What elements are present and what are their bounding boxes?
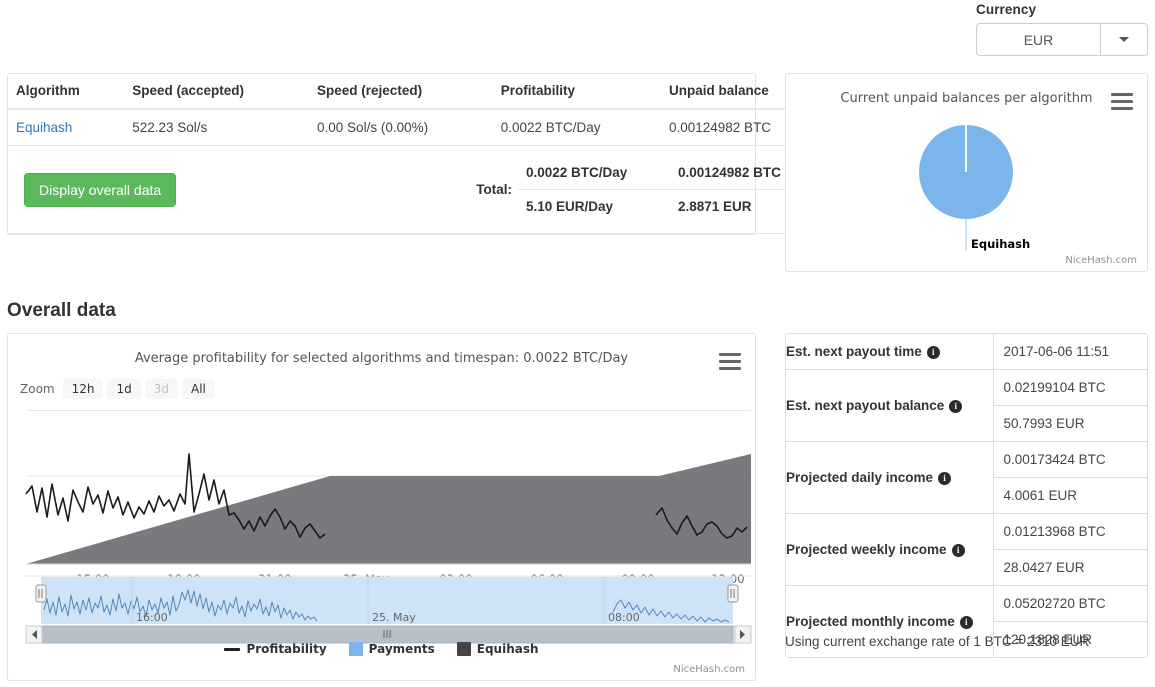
payout-value: 50.7993 EUR <box>993 405 1147 441</box>
payout-label-text: Est. next payout balance <box>786 398 945 413</box>
zoom-button-12h[interactable]: 12h <box>62 379 104 399</box>
currency-selected-value[interactable]: EUR <box>977 24 1101 55</box>
info-icon[interactable]: i <box>926 346 940 359</box>
page-title: Overall data <box>7 300 116 321</box>
payout-row-values: 0.02199104 BTC 50.7993 EUR <box>993 369 1147 442</box>
legend-label: Payments <box>368 642 435 656</box>
zoom-button-all[interactable]: All <box>182 379 215 399</box>
totals-row: Display overall data Total: 0.0022 BTC/D… <box>8 145 837 234</box>
column-header-speed-rejected: Speed (rejected) <box>309 74 493 110</box>
legend-swatch-icon <box>456 642 471 656</box>
navigator-handle-right[interactable] <box>727 584 739 603</box>
legend-line-icon <box>224 647 241 651</box>
series-area-equihash <box>26 454 751 564</box>
payout-label-text: Projected weekly income <box>786 542 947 557</box>
payout-value: 4.0061 EUR <box>993 477 1147 513</box>
legend-item-payments[interactable]: Payments <box>348 642 435 656</box>
info-icon[interactable]: i <box>951 544 965 557</box>
chart-scrollbar[interactable] <box>25 625 752 644</box>
navigator-tick-label: 08:00 <box>608 611 640 624</box>
payout-row-label: Projected daily income i <box>786 441 994 514</box>
payout-row-values: 2017-06-06 11:51 <box>993 334 1147 370</box>
currency-dropdown[interactable]: EUR <box>976 23 1148 56</box>
navigator-handle-left[interactable] <box>35 584 47 603</box>
algorithms-table-panel: Algorithm Speed (accepted) Speed (reject… <box>7 73 837 235</box>
total-line-btc: 0.0022 BTC/Day 0.00124982 BTC <box>518 156 829 189</box>
zoom-range-selector: Zoom 12h 1d 3d All <box>20 379 215 399</box>
payout-row-values: 0.00173424 BTC 4.0061 EUR <box>993 441 1147 514</box>
payout-info-panel: Est. next payout time i 2017-06-06 11:51 … <box>785 333 1148 658</box>
chart-divider <box>26 410 751 411</box>
table-row: Est. next payout time i 2017-06-06 11:51 <box>786 334 1147 370</box>
table-row: Projected daily income i 0.00173424 BTC 4… <box>786 441 1147 514</box>
payout-row-label: Projected weekly income i <box>786 513 994 586</box>
zoom-button-1d[interactable]: 1d <box>107 379 141 399</box>
payout-value: 0.05202720 BTC <box>1003 596 1106 611</box>
dashboard-page: Currency EUR Algorithm Speed (accepted) … <box>0 0 1155 687</box>
table-row: Equihash 522.23 Sol/s 0.00 Sol/s (0.00%)… <box>8 109 837 146</box>
zoom-label: Zoom <box>20 382 55 396</box>
chart-title: Average profitability for selected algor… <box>134 351 629 366</box>
currency-dropdown-toggle[interactable] <box>1101 24 1147 55</box>
payout-label-text: Projected daily income <box>786 470 934 485</box>
pie-chart <box>919 125 1013 250</box>
legend-item-profitability[interactable]: Profitability <box>224 642 327 656</box>
cell-speed-accepted: 522.23 Sol/s <box>124 109 310 146</box>
display-overall-data-button[interactable]: Display overall data <box>24 172 177 207</box>
column-header-algorithm: Algorithm <box>8 74 125 110</box>
exchange-rate-note: Using current exchange rate of 1 BTC = 2… <box>785 634 1090 649</box>
chart-legend: Profitability Payments Equihash <box>8 642 755 656</box>
pie-label-equihash: Equihash <box>971 237 1031 251</box>
info-icon[interactable]: i <box>938 472 952 485</box>
payout-value: 0.00173424 BTC <box>1003 452 1106 467</box>
payout-row-label: Est. next payout time i <box>786 334 994 370</box>
cell-algorithm: Equihash <box>8 109 125 146</box>
unpaid-balances-pie-panel: Current unpaid balances per algorithm Eq… <box>785 73 1148 272</box>
total-profitability-fiat: 5.10 EUR/Day <box>526 199 614 214</box>
payout-value: 0.01213968 BTC <box>1003 524 1106 539</box>
cell-profitability: 0.0022 BTC/Day <box>492 109 661 146</box>
payout-info-table: Est. next payout time i 2017-06-06 11:51 … <box>786 334 1147 657</box>
payout-value: 2017-06-06 11:51 <box>1003 344 1110 359</box>
legend-label: Profitability <box>246 642 327 656</box>
payout-row-values: 0.01213968 BTC 28.0427 EUR <box>993 513 1147 586</box>
legend-label: Equihash <box>476 642 539 656</box>
cell-speed-rejected: 0.00 Sol/s (0.00%) <box>309 109 493 146</box>
algorithms-table: Algorithm Speed (accepted) Speed (reject… <box>8 74 837 234</box>
algorithm-link-equihash[interactable]: Equihash <box>16 120 72 135</box>
legend-item-equihash[interactable]: Equihash <box>456 642 539 656</box>
pie-chart-credit: NiceHash.com <box>1065 255 1137 266</box>
chart-navigator[interactable]: 16:00 25. May 08:00 <box>8 572 757 644</box>
arrow-left-icon[interactable] <box>25 625 43 644</box>
table-header-row: Algorithm Speed (accepted) Speed (reject… <box>8 74 837 110</box>
currency-selector: Currency EUR <box>976 0 1148 56</box>
currency-label: Currency <box>976 2 1037 17</box>
column-header-speed-accepted: Speed (accepted) <box>124 74 310 110</box>
total-profitability-btc: 0.0022 BTC/Day <box>526 165 628 180</box>
zoom-button-3d[interactable]: 3d <box>144 379 178 399</box>
payout-row-label: Est. next payout balance i <box>786 369 994 442</box>
arrow-right-icon[interactable] <box>734 625 752 644</box>
legend-swatch-icon <box>348 642 363 656</box>
totals-cell: Display overall data Total: 0.0022 BTC/D… <box>8 145 837 234</box>
total-values: 0.0022 BTC/Day 0.00124982 BTC 5.10 EUR/D… <box>518 156 829 223</box>
navigator-tick-label: 16:00 <box>136 611 168 624</box>
overall-button-cell: Display overall data <box>16 156 446 223</box>
hamburger-menu-icon[interactable] <box>719 353 741 370</box>
table-row: Est. next payout balance i 0.02199104 BTC… <box>786 369 1147 442</box>
table-row: Projected weekly income i 0.01213968 BTC … <box>786 513 1147 586</box>
column-header-profitability: Profitability <box>492 74 661 110</box>
payout-label-text: Projected monthly income <box>786 614 955 629</box>
info-icon[interactable]: i <box>949 400 963 413</box>
payout-label-text: Est. next payout time <box>786 344 922 359</box>
overall-chart-panel: Average profitability for selected algor… <box>7 333 756 681</box>
total-line-fiat: 5.10 EUR/Day 2.8871 EUR <box>518 189 829 223</box>
navigator-tick-label: 25. May <box>372 611 416 624</box>
chart-credit: NiceHash.com <box>673 664 745 675</box>
chevron-down-icon <box>1119 37 1129 42</box>
total-label: Total: <box>476 182 512 197</box>
info-icon[interactable]: i <box>959 616 973 629</box>
payout-value: 0.02199104 BTC <box>1003 380 1106 395</box>
payout-value: 28.0427 EUR <box>993 549 1147 585</box>
